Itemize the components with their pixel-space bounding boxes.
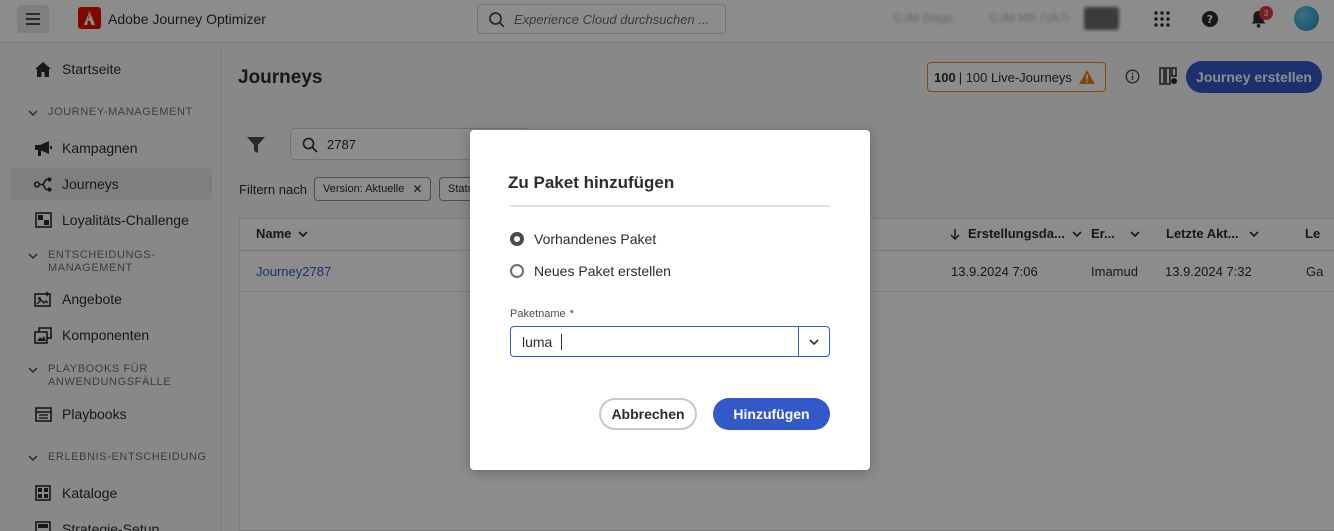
add-to-package-dialog: Zu Paket hinzufügen Vorhandenes Paket Ne… (470, 130, 870, 470)
dialog-title: Zu Paket hinzufügen (508, 173, 675, 192)
radio-label: Neues Paket erstellen (534, 263, 671, 279)
dialog-divider (510, 205, 830, 207)
radio-unselected-icon (510, 264, 524, 278)
add-button[interactable]: Hinzufügen (713, 398, 830, 430)
text-cursor (561, 334, 562, 350)
field-label-text: Paketname (510, 308, 566, 320)
package-name-label: Paketname * (510, 308, 574, 320)
combobox-dropdown-button[interactable] (798, 327, 829, 356)
radio-new-package[interactable]: Neues Paket erstellen (510, 263, 671, 279)
radio-selected-icon (510, 232, 524, 246)
radio-label: Vorhandenes Paket (534, 231, 657, 247)
cancel-button[interactable]: Abbrechen (599, 398, 697, 430)
chevron-down-icon (809, 338, 819, 345)
package-name-value: luma (522, 334, 553, 350)
package-name-combobox[interactable]: luma (510, 326, 830, 357)
radio-existing-package[interactable]: Vorhandenes Paket (510, 231, 656, 247)
required-mark: * (569, 308, 574, 320)
